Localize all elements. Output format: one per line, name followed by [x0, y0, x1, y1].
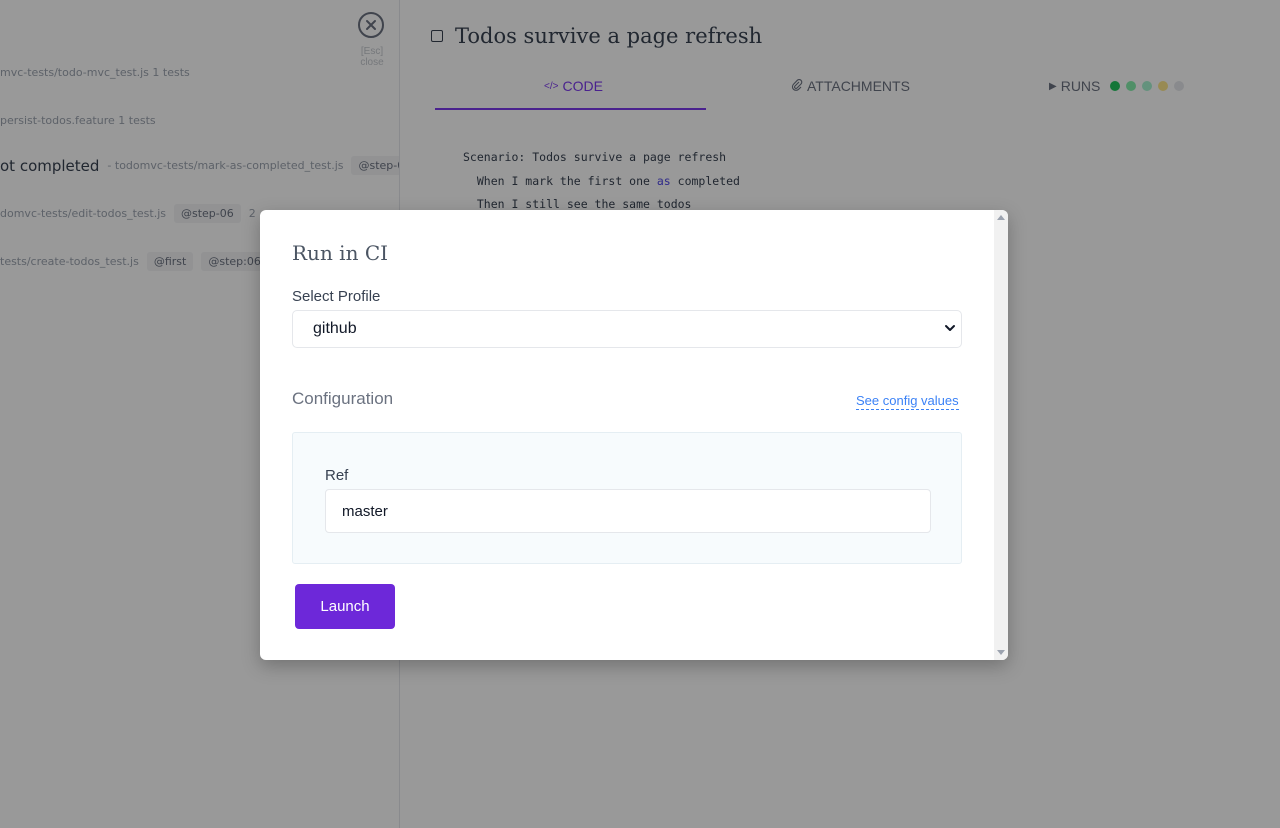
chevron-down-icon [945, 325, 955, 331]
profile-select-value: github [313, 320, 357, 337]
modal-title: Run in CI [292, 241, 389, 265]
scroll-down-arrow-icon[interactable] [997, 650, 1005, 655]
configuration-panel: Ref [292, 432, 962, 564]
ref-input[interactable] [325, 489, 931, 533]
modal-scrollbar[interactable] [994, 210, 1008, 660]
see-config-values-link[interactable]: See config values [856, 393, 959, 410]
ref-label: Ref [325, 467, 349, 484]
run-in-ci-modal: Run in CI Select Profile github Configur… [260, 210, 1008, 660]
launch-button[interactable]: Launch [295, 584, 395, 629]
select-profile-label: Select Profile [292, 288, 381, 305]
scroll-up-arrow-icon[interactable] [997, 215, 1005, 220]
configuration-heading: Configuration [292, 389, 394, 408]
profile-select[interactable]: github [292, 310, 962, 348]
